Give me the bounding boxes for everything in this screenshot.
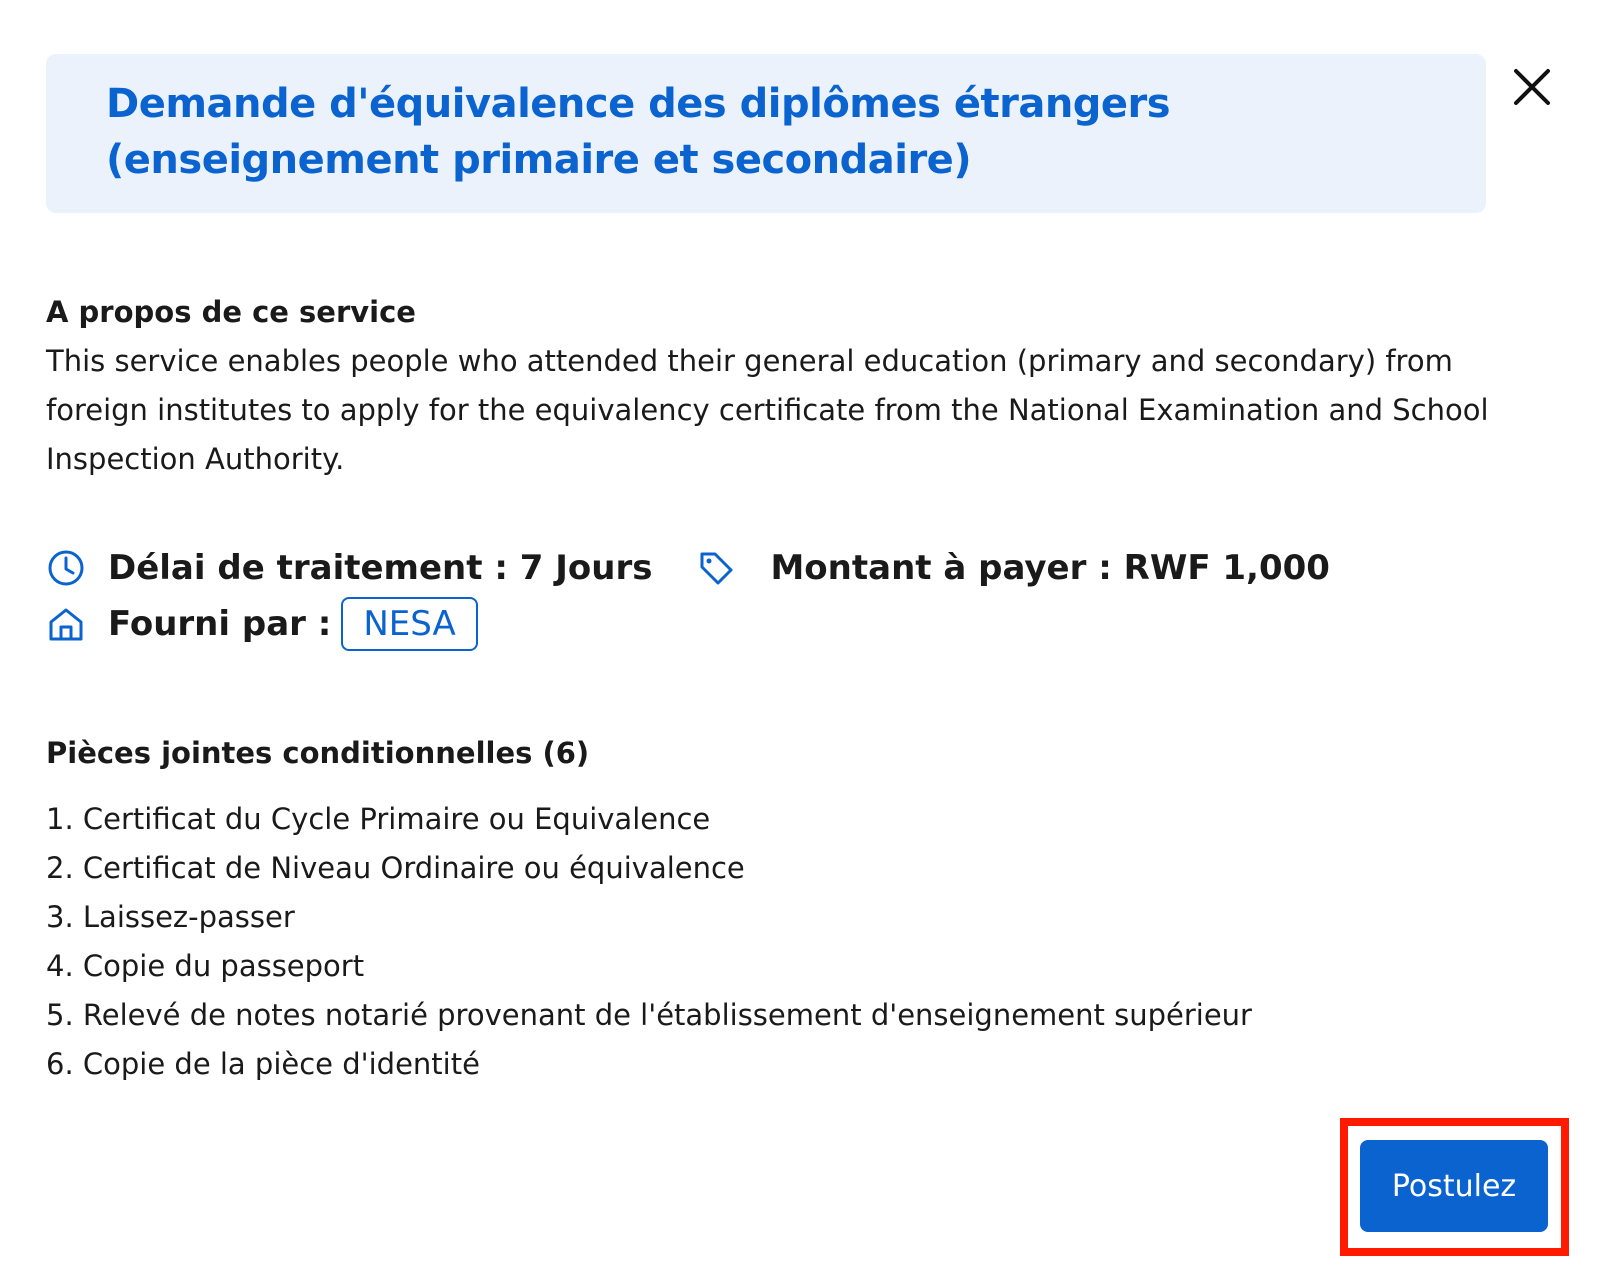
modal-title-line-1: Demande d'équivalence des diplômes étran… xyxy=(106,81,1171,127)
processing-time: Délai de traitement : 7 Jours xyxy=(108,548,653,588)
home-icon xyxy=(49,608,83,641)
about-section: A propos de ce service This service enab… xyxy=(46,292,1536,484)
meta-row-1: Délai de traitement : 7 Jours Montant à … xyxy=(46,540,1330,596)
provider-badge[interactable]: NESA xyxy=(341,597,478,651)
attachments-list: 1. Certificat du Cycle Primaire ou Equiv… xyxy=(46,795,1536,1089)
meta-row-2: Fourni par : NESA xyxy=(46,596,478,652)
list-item: 3. Laissez-passer xyxy=(46,900,295,934)
attachments-section: Pièces jointes conditionnelles (6) 1. Ce… xyxy=(46,733,1536,1089)
service-detail-modal: Demande d'équivalence des diplômes étran… xyxy=(0,0,1600,1268)
tag-icon xyxy=(700,552,733,585)
close-button[interactable] xyxy=(1510,65,1554,109)
modal-title: Demande d'équivalence des diplômes étran… xyxy=(106,76,1426,188)
apply-button[interactable]: Postulez xyxy=(1360,1140,1548,1232)
list-item: 1. Certificat du Cycle Primaire ou Equiv… xyxy=(46,802,711,836)
clock-icon xyxy=(48,550,84,586)
close-icon xyxy=(1514,69,1550,105)
about-title: A propos de ce service xyxy=(46,295,416,329)
list-item: 4. Copie du passeport xyxy=(46,949,365,983)
list-item: 2. Certificat de Niveau Ordinaire ou équ… xyxy=(46,851,745,885)
list-item: 6. Copie de la pièce d'identité xyxy=(46,1047,480,1081)
attachments-title: Pièces jointes conditionnelles (6) xyxy=(46,736,590,770)
provided-by-label: Fourni par : xyxy=(108,604,332,644)
modal-title-line-2: (enseignement primaire et secondaire) xyxy=(106,137,972,183)
list-item: 5. Relevé de notes notarié provenant de … xyxy=(46,998,1252,1032)
modal-header: Demande d'équivalence des diplômes étran… xyxy=(46,54,1486,213)
about-description: This service enables people who attended… xyxy=(46,344,1489,476)
amount-to-pay: Montant à payer : RWF 1,000 xyxy=(770,548,1330,588)
